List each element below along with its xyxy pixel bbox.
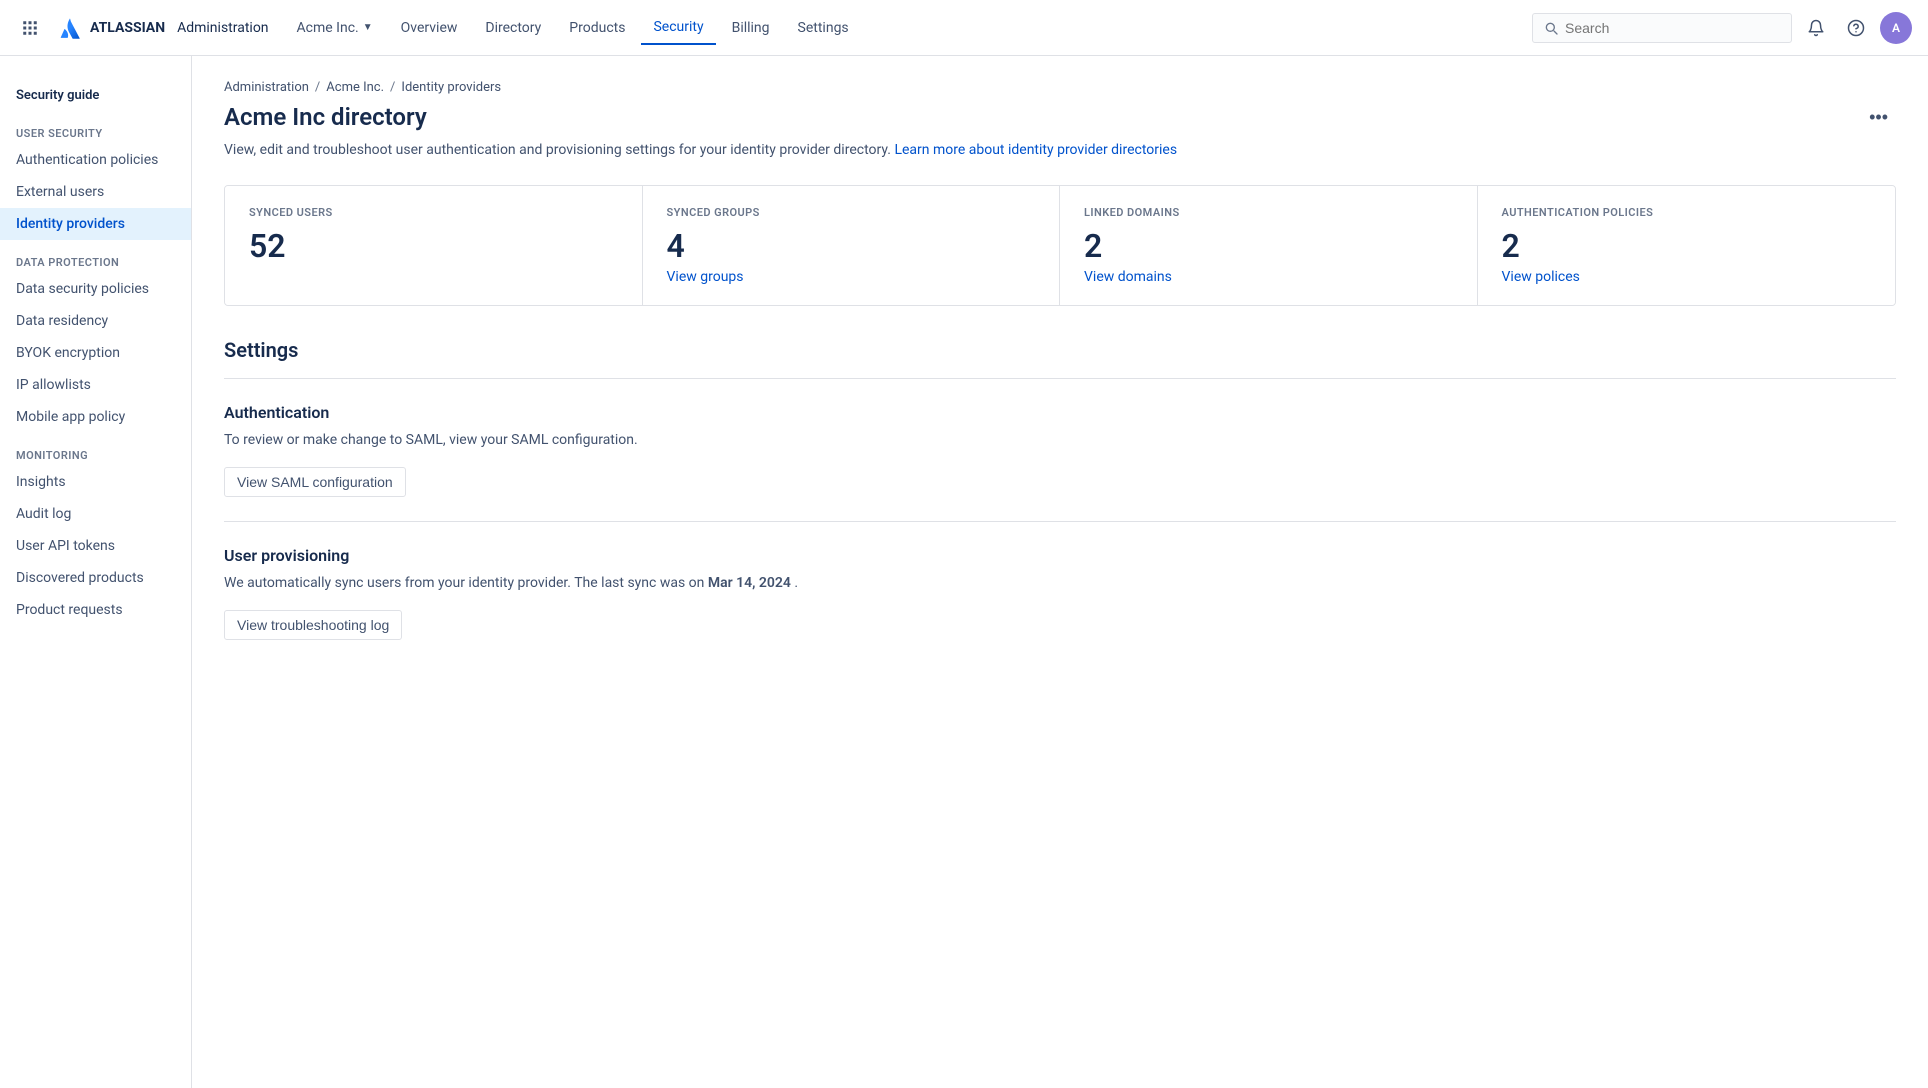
topnav-right: A — [1532, 12, 1912, 44]
sidebar-item-product-requests[interactable]: Product requests — [0, 594, 191, 626]
help-button[interactable] — [1840, 12, 1872, 44]
breadcrumb: Administration / Acme Inc. / Identity pr… — [224, 80, 1896, 95]
org-name: Acme Inc. — [297, 20, 359, 36]
help-icon — [1847, 19, 1865, 37]
stat-card-linked-domains: LINKED DOMAINS 2 View domains — [1060, 186, 1478, 305]
sidebar-item-identity-providers[interactable]: Identity providers — [0, 208, 191, 240]
settings-title: Settings — [224, 338, 1896, 362]
learn-more-link[interactable]: Learn more about identity provider direc… — [894, 142, 1177, 158]
stats-row: SYNCED USERS 52 SYNCED GROUPS 4 View gro… — [224, 185, 1896, 306]
breadcrumb-administration[interactable]: Administration — [224, 80, 309, 95]
breadcrumb-current: Identity providers — [401, 80, 501, 95]
nav-security[interactable]: Security — [641, 11, 715, 45]
provision-desc-prefix: We automatically sync users from your id… — [224, 575, 704, 591]
page-header: Acme Inc directory ••• — [224, 103, 1896, 132]
app-name: Administration — [177, 20, 268, 36]
search-icon — [1543, 20, 1559, 36]
sidebar-section-data-protection: DATA PROTECTION Data security policies D… — [0, 240, 191, 433]
stat-label-synced-users: SYNCED USERS — [249, 206, 618, 219]
sidebar: Security guide USER SECURITY Authenticat… — [0, 56, 192, 1088]
page-description-text: View, edit and troubleshoot user authent… — [224, 142, 891, 158]
authentication-section-title: Authentication — [224, 403, 1896, 422]
sidebar-item-mobile-app-policy[interactable]: Mobile app policy — [0, 401, 191, 433]
stat-card-auth-policies: AUTHENTICATION POLICIES 2 View polices — [1478, 186, 1896, 305]
top-navigation: ATLASSIAN Administration Acme Inc. ▼ Ove… — [0, 0, 1928, 56]
nav-overview[interactable]: Overview — [389, 12, 470, 44]
more-options-button[interactable]: ••• — [1861, 103, 1896, 132]
nav-billing[interactable]: Billing — [720, 12, 782, 44]
main-layout: Security guide USER SECURITY Authenticat… — [0, 56, 1928, 1088]
stat-label-synced-groups: SYNCED GROUPS — [667, 206, 1036, 219]
notifications-button[interactable] — [1800, 12, 1832, 44]
provision-desc-suffix: . — [794, 575, 798, 591]
top-nav-links: Acme Inc. ▼ Overview Directory Products … — [285, 11, 861, 45]
nav-directory[interactable]: Directory — [473, 12, 553, 44]
view-saml-config-button[interactable]: View SAML configuration — [224, 467, 406, 497]
search-box[interactable] — [1532, 13, 1792, 43]
authentication-section: Authentication To review or make change … — [224, 378, 1896, 521]
sidebar-item-byok-encryption[interactable]: BYOK encryption — [0, 337, 191, 369]
stat-value-linked-domains: 2 — [1084, 227, 1453, 265]
sidebar-title[interactable]: Security guide — [0, 72, 191, 111]
avatar-initials: A — [1892, 21, 1900, 35]
breadcrumb-acme-inc[interactable]: Acme Inc. — [326, 80, 384, 95]
page-description: View, edit and troubleshoot user authent… — [224, 140, 1896, 161]
nav-settings[interactable]: Settings — [786, 12, 861, 44]
search-input[interactable] — [1565, 20, 1781, 36]
stat-value-synced-users: 52 — [249, 227, 618, 265]
user-provisioning-section-title: User provisioning — [224, 546, 1896, 565]
sidebar-item-authentication-policies[interactable]: Authentication policies — [0, 144, 191, 176]
stat-value-auth-policies: 2 — [1502, 227, 1872, 265]
main-content: Administration / Acme Inc. / Identity pr… — [192, 56, 1928, 1088]
view-troubleshooting-log-button[interactable]: View troubleshooting log — [224, 610, 402, 640]
grid-icon[interactable] — [16, 14, 44, 42]
sidebar-section-label-data-protection: DATA PROTECTION — [0, 240, 191, 273]
sidebar-item-ip-allowlists[interactable]: IP allowlists — [0, 369, 191, 401]
user-provisioning-section: User provisioning We automatically sync … — [224, 521, 1896, 664]
bell-icon — [1807, 19, 1825, 37]
stat-value-synced-groups: 4 — [667, 227, 1036, 265]
breadcrumb-sep-1: / — [315, 80, 320, 95]
last-sync-date: Mar 14, 2024 — [708, 575, 791, 591]
org-selector[interactable]: Acme Inc. ▼ — [285, 12, 385, 44]
breadcrumb-sep-2: / — [390, 80, 395, 95]
nav-products[interactable]: Products — [557, 12, 637, 44]
chevron-down-icon: ▼ — [363, 22, 373, 33]
sidebar-item-data-security-policies[interactable]: Data security policies — [0, 273, 191, 305]
sidebar-section-label-monitoring: MONITORING — [0, 433, 191, 466]
sidebar-section-monitoring: MONITORING Insights Audit log User API t… — [0, 433, 191, 626]
stat-card-synced-users: SYNCED USERS 52 — [225, 186, 643, 305]
sidebar-item-discovered-products[interactable]: Discovered products — [0, 562, 191, 594]
sidebar-item-external-users[interactable]: External users — [0, 176, 191, 208]
sidebar-item-data-residency[interactable]: Data residency — [0, 305, 191, 337]
sidebar-item-user-api-tokens[interactable]: User API tokens — [0, 530, 191, 562]
authentication-section-desc: To review or make change to SAML, view y… — [224, 430, 1896, 451]
atlassian-logo[interactable]: ATLASSIAN — [56, 14, 165, 42]
view-groups-link[interactable]: View groups — [667, 269, 744, 285]
view-polices-link[interactable]: View polices — [1502, 269, 1580, 285]
view-domains-link[interactable]: View domains — [1084, 269, 1172, 285]
stat-card-synced-groups: SYNCED GROUPS 4 View groups — [643, 186, 1061, 305]
sidebar-item-insights[interactable]: Insights — [0, 466, 191, 498]
stat-label-auth-policies: AUTHENTICATION POLICIES — [1502, 206, 1872, 219]
user-provisioning-section-desc: We automatically sync users from your id… — [224, 573, 1896, 594]
sidebar-item-audit-log[interactable]: Audit log — [0, 498, 191, 530]
page-title: Acme Inc directory — [224, 103, 427, 131]
sidebar-section-user-security: USER SECURITY Authentication policies Ex… — [0, 111, 191, 240]
stat-label-linked-domains: LINKED DOMAINS — [1084, 206, 1453, 219]
atlassian-brand-text: ATLASSIAN — [90, 20, 165, 36]
avatar[interactable]: A — [1880, 12, 1912, 44]
sidebar-section-label-user-security: USER SECURITY — [0, 111, 191, 144]
